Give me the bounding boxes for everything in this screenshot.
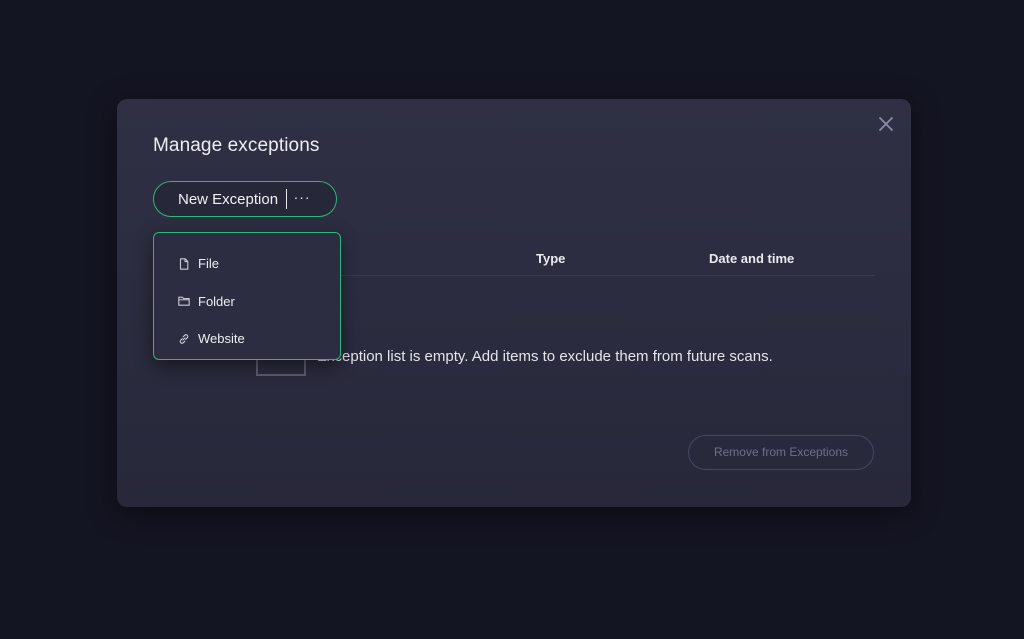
remove-from-exceptions-button[interactable]: Remove from Exceptions	[688, 435, 874, 470]
close-icon[interactable]	[875, 113, 897, 135]
menu-item-label: File	[198, 256, 219, 272]
menu-item-folder[interactable]: Folder	[154, 283, 340, 321]
file-icon	[178, 258, 198, 270]
column-header-date-and-time[interactable]: Date and time	[709, 251, 794, 266]
new-exception-split-button[interactable]: New Exception ···	[153, 181, 337, 217]
close-button[interactable]	[875, 113, 897, 135]
new-exception-button[interactable]: New Exception	[154, 191, 286, 208]
manage-exceptions-dialog: Manage exceptions New Exception ··· Type…	[117, 99, 911, 507]
link-icon	[178, 333, 198, 345]
dialog-title: Manage exceptions	[153, 135, 320, 156]
column-header-type[interactable]: Type	[536, 251, 565, 266]
folder-icon	[178, 295, 198, 307]
more-options-button[interactable]: ···	[287, 189, 317, 205]
menu-item-website[interactable]: Website	[154, 320, 340, 358]
empty-list-message: Exception list is empty. Add items to ex…	[317, 348, 773, 365]
menu-item-label: Folder	[198, 293, 235, 309]
menu-item-label: Website	[198, 331, 245, 347]
menu-item-file[interactable]: File	[154, 245, 340, 283]
new-exception-dropdown-menu: File Folder Website	[153, 232, 341, 360]
